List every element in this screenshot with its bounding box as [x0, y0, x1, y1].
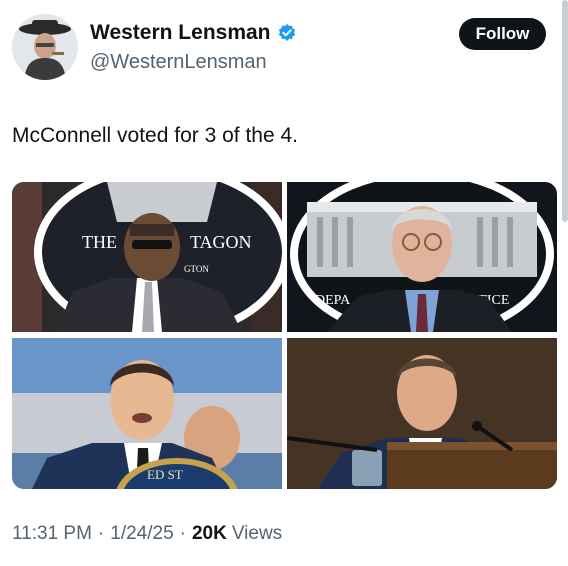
tweet-date[interactable]: 1/24/25 — [110, 523, 173, 545]
scrollbar[interactable] — [562, 0, 568, 222]
pentagon-seal-text-small: GTON — [184, 264, 209, 274]
avatar[interactable] — [12, 14, 78, 80]
views-count[interactable]: 20K — [192, 523, 227, 545]
pentagon-seal-text-left: THE — [82, 232, 117, 252]
follow-button[interactable]: Follow — [459, 18, 546, 50]
tweet-meta: 11:31 PM · 1/24/25 · 20K Views — [12, 523, 282, 545]
seal-text: ED ST — [147, 467, 183, 482]
pentagon-seal-text-right: TAGON — [190, 232, 252, 252]
views-label[interactable]: Views — [232, 523, 282, 545]
media-photo-3[interactable]: ED ST — [12, 338, 282, 489]
author-name-row[interactable]: Western Lensman — [90, 21, 297, 45]
media-photo-4[interactable] — [287, 338, 557, 489]
verified-badge-icon — [277, 23, 297, 43]
media-photo-1[interactable]: THE TAGON GTON — [12, 182, 282, 332]
media-grid[interactable]: THE TAGON GTON DEPA JUSTICE — [12, 182, 557, 489]
meta-separator: · — [97, 523, 105, 544]
author-handle[interactable]: @WesternLensman — [90, 51, 267, 74]
tweet-text: McConnell voted for 3 of the 4. — [12, 124, 298, 147]
justice-seal-text-left: DEPA — [315, 293, 351, 308]
author-display-name[interactable]: Western Lensman — [90, 21, 271, 45]
tweet-time[interactable]: 11:31 PM — [12, 523, 92, 545]
meta-separator: · — [179, 523, 186, 544]
media-photo-2[interactable]: DEPA JUSTICE — [287, 182, 557, 332]
